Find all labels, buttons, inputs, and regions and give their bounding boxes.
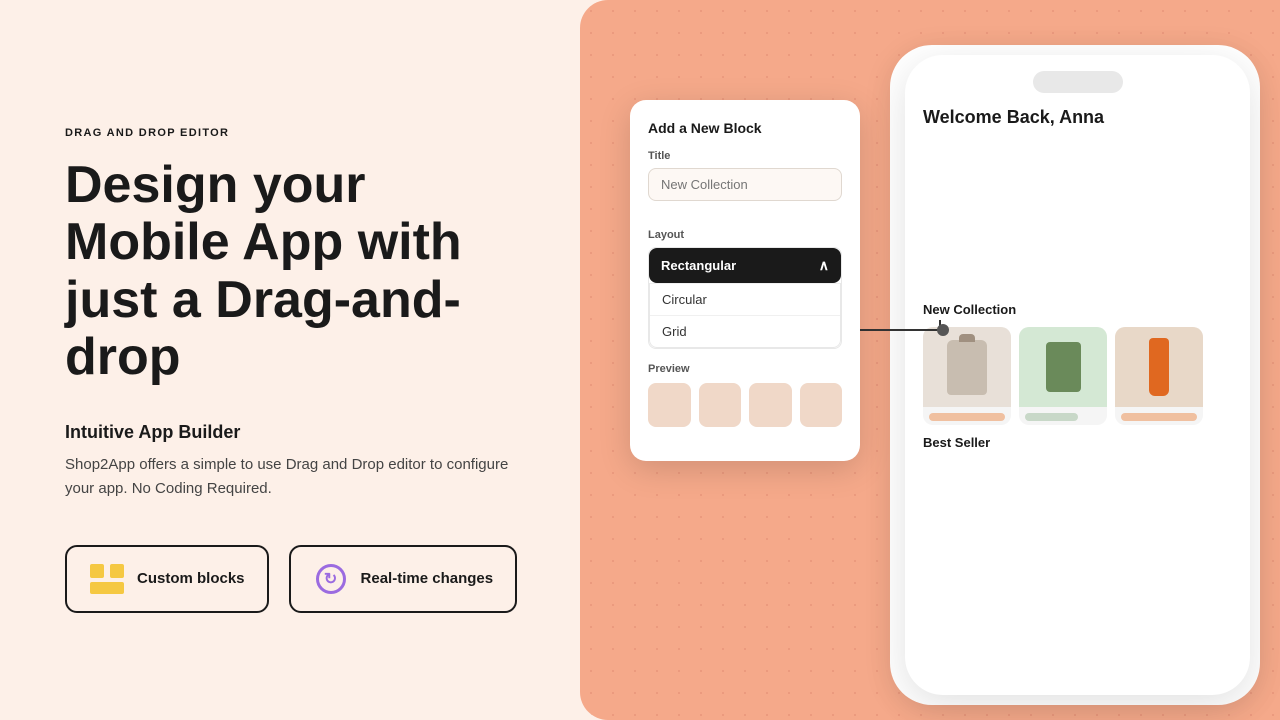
preview-swatch-4 xyxy=(800,383,843,427)
phone-section2-title: Best Seller xyxy=(917,435,1238,450)
realtime-button[interactable]: Real-time changes xyxy=(289,545,518,613)
modal-title: Add a New Block xyxy=(648,120,842,136)
layout-dropdown-wrapper: Rectangular Circular Grid xyxy=(648,247,842,349)
left-panel: DRAG AND DROP EDITOR Design your Mobile … xyxy=(0,0,580,720)
product-bar-3 xyxy=(1121,413,1197,421)
title-section: Title xyxy=(648,150,842,215)
phone-products-row xyxy=(917,327,1238,425)
hero-title: Design your Mobile App with just a Drag-… xyxy=(65,157,520,386)
right-panel: Welcome Back, Anna New Collection xyxy=(580,0,1280,720)
blocks-icon-bottom xyxy=(90,582,124,594)
custom-blocks-button[interactable]: Custom blocks xyxy=(65,545,269,613)
description: Shop2App offers a simple to use Drag and… xyxy=(65,453,520,501)
circular-label: Circular xyxy=(662,292,707,307)
subtitle: Intuitive App Builder xyxy=(65,422,520,443)
preview-swatches xyxy=(648,383,842,427)
refresh-icon xyxy=(313,561,349,597)
layout-label: Layout xyxy=(648,229,842,241)
chevron-up-icon xyxy=(819,257,829,274)
layout-option-grid[interactable]: Grid xyxy=(650,315,840,347)
custom-blocks-label: Custom blocks xyxy=(137,570,245,587)
layout-selected-value: Rectangular xyxy=(661,258,736,273)
modal-spacer xyxy=(917,142,1238,302)
refresh-icon-shape xyxy=(316,564,346,594)
layout-options: Circular Grid xyxy=(649,283,841,348)
feature-buttons: Custom blocks Real-time changes xyxy=(65,545,520,613)
preview-swatch-1 xyxy=(648,383,691,427)
phone-mockup: Welcome Back, Anna New Collection xyxy=(905,55,1250,695)
phone-status-bar xyxy=(917,71,1238,93)
blocks-icon-shape xyxy=(90,564,124,594)
product-tube-shape xyxy=(1149,338,1169,396)
product-img-3 xyxy=(1115,327,1203,407)
layout-option-circular[interactable]: Circular xyxy=(650,283,840,315)
phone-section1-title: New Collection xyxy=(917,302,1238,317)
drag-drop-label: DRAG AND DROP EDITOR xyxy=(65,127,520,139)
product-cream-shape xyxy=(947,340,987,395)
product-bar-2 xyxy=(1025,413,1078,421)
add-block-modal: Add a New Block Title Layout Rectangular… xyxy=(630,100,860,461)
realtime-label: Real-time changes xyxy=(361,570,494,587)
blocks-icon xyxy=(89,561,125,597)
preview-swatch-2 xyxy=(699,383,742,427)
product-img-2 xyxy=(1019,327,1107,407)
product-card-3 xyxy=(1115,327,1203,425)
phone-pill xyxy=(1033,71,1123,93)
product-card-2 xyxy=(1019,327,1107,425)
layout-dropdown[interactable]: Rectangular xyxy=(649,248,841,283)
layout-section: Layout Rectangular Circular Grid xyxy=(648,229,842,349)
preview-swatch-3 xyxy=(749,383,792,427)
product-bottle-shape xyxy=(1046,342,1081,392)
grid-label: Grid xyxy=(662,324,687,339)
product-bar-1 xyxy=(929,413,1005,421)
preview-section: Preview xyxy=(648,363,842,427)
title-input[interactable] xyxy=(648,168,842,201)
phone-greeting: Welcome Back, Anna xyxy=(917,107,1238,128)
title-label: Title xyxy=(648,150,842,162)
preview-label: Preview xyxy=(648,363,842,375)
greeting-text: Welcome Back, Anna xyxy=(923,107,1104,127)
